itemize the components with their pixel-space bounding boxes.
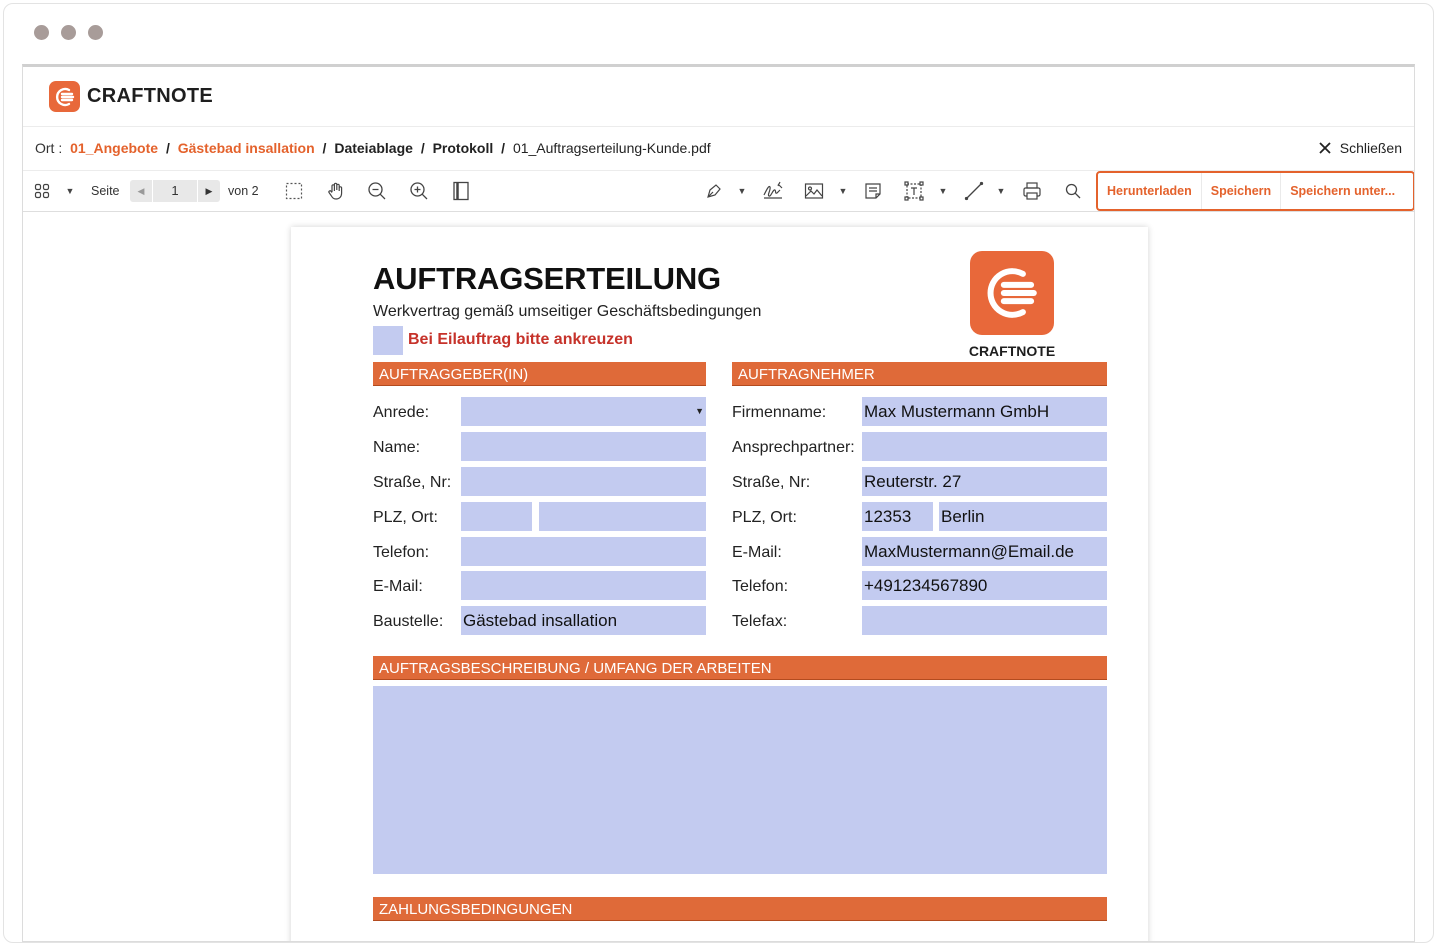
note-icon[interactable]: [863, 171, 883, 211]
prev-page-icon[interactable]: ◀: [130, 180, 152, 202]
client-street-field[interactable]: [461, 467, 706, 496]
brand-name: CRAFTNOTE: [87, 85, 214, 107]
save-actions-group: Herunterladen Speichern Speichern unter.…: [1096, 171, 1414, 211]
page-navigator: ◀ 1 ▶: [130, 180, 220, 202]
document-logo-text: CRAFTNOTE: [968, 343, 1056, 359]
breadcrumb: Ort : 01_Angebote / Gästebad insallation…: [35, 140, 711, 156]
chevron-down-icon[interactable]: ▼: [836, 171, 850, 211]
app-header: CRAFTNOTE: [23, 67, 1414, 127]
breadcrumb-bar: Ort : 01_Angebote / Gästebad insallation…: [23, 127, 1414, 171]
document-title: AUFTRAGSERTEILUNG: [373, 261, 721, 296]
page-number-input[interactable]: 1: [152, 180, 198, 202]
window-maximize-dot[interactable]: [88, 25, 103, 40]
contact-field[interactable]: [862, 432, 1107, 461]
window-controls: [34, 25, 103, 40]
contractor-zip-field[interactable]: 12353: [862, 502, 933, 531]
chevron-down-icon: ▼: [695, 406, 704, 416]
page-label: Seite: [91, 184, 120, 198]
breadcrumb-separator: /: [420, 140, 425, 156]
text-box-icon[interactable]: [903, 171, 925, 211]
contractor-zip-city-label: PLZ, Ort:: [732, 509, 797, 526]
breadcrumb-item-protokoll[interactable]: Protokoll: [433, 140, 494, 156]
close-button[interactable]: Schließen: [1318, 140, 1402, 156]
client-email-field[interactable]: [461, 571, 706, 600]
fax-label: Telefax:: [732, 613, 788, 630]
contractor-city-field[interactable]: Berlin: [939, 502, 1107, 531]
craftnote-logo-icon: [49, 81, 80, 112]
breadcrumb-separator: /: [501, 140, 506, 156]
chevron-down-icon[interactable]: ▼: [735, 171, 749, 211]
contractor-email-field[interactable]: MaxMustermann@Email.de: [862, 537, 1107, 566]
client-email-label: E-Mail:: [373, 578, 423, 595]
site-field[interactable]: Gästebad insallation: [461, 606, 706, 635]
signature-icon[interactable]: [761, 171, 785, 211]
print-icon[interactable]: [1021, 171, 1043, 211]
contact-label: Ansprechpartner:: [732, 439, 855, 456]
rectangle-select-icon[interactable]: [284, 171, 304, 211]
contractor-phone-label: Telefon:: [732, 578, 789, 595]
company-label: Firmenname:: [732, 404, 827, 421]
zoom-out-icon[interactable]: [367, 171, 387, 211]
client-section-header: AUFTRAGGEBER(IN): [373, 362, 706, 386]
page-fit-icon[interactable]: [451, 171, 471, 211]
breadcrumb-separator: /: [165, 140, 170, 156]
fax-field[interactable]: [862, 606, 1107, 635]
breadcrumb-item-file: 01_Auftragserteilung-Kunde.pdf: [512, 140, 711, 156]
pdf-page: AUFTRAGSERTEILUNG Werkvertrag gemäß umse…: [291, 227, 1148, 941]
client-phone-field[interactable]: [461, 537, 706, 566]
contractor-street-label: Straße, Nr:: [732, 474, 811, 491]
download-button[interactable]: Herunterladen: [1098, 173, 1202, 209]
contractor-email-label: E-Mail:: [732, 544, 782, 561]
save-as-button[interactable]: Speichern unter...: [1281, 173, 1404, 209]
chevron-down-icon[interactable]: ▼: [994, 171, 1008, 211]
window-minimize-dot[interactable]: [61, 25, 76, 40]
client-name-label: Name:: [373, 439, 421, 456]
next-page-icon[interactable]: ▶: [198, 180, 220, 202]
client-city-field[interactable]: [539, 502, 706, 531]
contractor-phone-field[interactable]: +491234567890: [862, 571, 1107, 600]
breadcrumb-item-angebote[interactable]: 01_Angebote: [70, 140, 158, 156]
rush-order-checkbox[interactable]: [373, 326, 403, 355]
rush-order-label: Bei Eilauftrag bitte ankreuzen: [408, 331, 633, 348]
pen-icon[interactable]: [704, 171, 724, 211]
save-button[interactable]: Speichern: [1202, 173, 1282, 209]
site-label: Baustelle:: [373, 613, 444, 630]
pan-hand-icon[interactable]: [325, 171, 347, 211]
description-section-header: AUFTRAGSBESCHREIBUNG / UMFANG DER ARBEIT…: [373, 656, 1107, 680]
pdf-toolbar: ▼ Seite ◀ 1 ▶ von 2 ▼ ▼ ▼ ▼ Herunterlade…: [23, 171, 1414, 212]
close-label: Schließen: [1339, 140, 1402, 156]
description-field[interactable]: [373, 686, 1107, 874]
image-icon[interactable]: [803, 171, 825, 211]
document-subtitle: Werkvertrag gemäß umseitiger Geschäftsbe…: [373, 303, 762, 320]
breadcrumb-item-project[interactable]: Gästebad insallation: [178, 140, 315, 156]
chevron-down-icon[interactable]: ▼: [63, 171, 77, 211]
client-phone-label: Telefon:: [373, 544, 430, 561]
search-icon[interactable]: [1063, 171, 1083, 211]
breadcrumb-label: Ort :: [35, 140, 63, 156]
breadcrumb-item-dateiablage[interactable]: Dateiablage: [334, 140, 413, 156]
salutation-label: Anrede:: [373, 404, 430, 421]
app-window: CRAFTNOTE Ort : 01_Angebote / Gästebad i…: [22, 64, 1415, 942]
document-logo-icon: [970, 251, 1054, 335]
contractor-section-header: AUFTRAGNEHMER: [732, 362, 1107, 386]
client-street-label: Straße, Nr:: [373, 474, 452, 491]
pdf-viewer[interactable]: AUFTRAGSERTEILUNG Werkvertrag gemäß umse…: [23, 213, 1414, 941]
client-zip-field[interactable]: [461, 502, 532, 531]
client-zip-city-label: PLZ, Ort:: [373, 509, 438, 526]
client-name-field[interactable]: [461, 432, 706, 461]
payment-section-header: ZAHLUNGSBEDINGUNGEN: [373, 897, 1107, 921]
window-close-dot[interactable]: [34, 25, 49, 40]
contractor-street-field[interactable]: Reuterstr. 27: [862, 467, 1107, 496]
zoom-in-icon[interactable]: [409, 171, 429, 211]
line-icon[interactable]: [963, 171, 985, 211]
page-total: von 2: [228, 184, 259, 198]
chevron-down-icon[interactable]: ▼: [936, 171, 950, 211]
thumbnails-icon[interactable]: [31, 171, 53, 211]
close-icon: [1319, 142, 1331, 154]
breadcrumb-separator: /: [322, 140, 327, 156]
company-field[interactable]: Max Mustermann GmbH: [862, 397, 1107, 426]
salutation-dropdown[interactable]: ▼: [461, 397, 706, 426]
